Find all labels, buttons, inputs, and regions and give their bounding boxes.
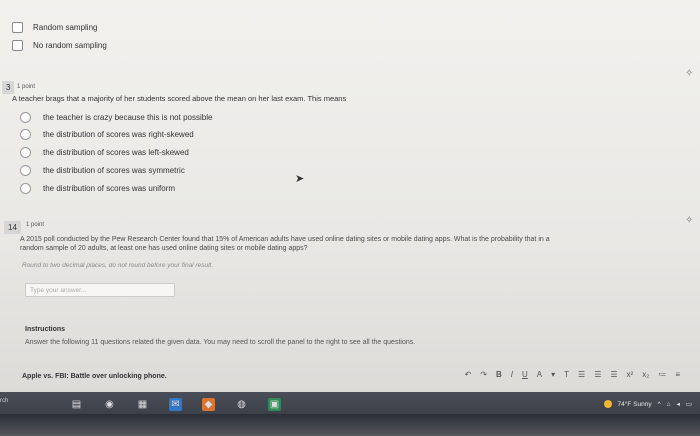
option-label: the distribution of scores was right-ske…: [43, 130, 194, 139]
radio-button[interactable]: [20, 147, 31, 158]
instructions-text: Answer the following 11 questions relate…: [25, 339, 416, 346]
italic-button[interactable]: I: [511, 370, 513, 379]
question-points: 1 point: [17, 84, 36, 90]
answer-input[interactable]: [25, 283, 175, 297]
option-random-sampling[interactable]: Random sampling: [12, 22, 97, 33]
align-center-icon[interactable]: ☰: [594, 370, 601, 379]
radio-button[interactable]: [20, 112, 31, 123]
mail-icon[interactable]: ✉: [169, 398, 182, 411]
file-explorer-icon[interactable]: ▤: [70, 398, 83, 411]
option-label: the distribution of scores was uniform: [43, 184, 176, 193]
option-no-random-sampling[interactable]: No random sampling: [12, 40, 107, 51]
spreadsheet-icon[interactable]: ▣: [268, 398, 281, 411]
option-label: the teacher is crazy because this is not…: [43, 113, 213, 122]
underline-button[interactable]: U: [522, 370, 528, 379]
radio-option-4[interactable]: the distribution of scores was symmetric: [20, 165, 185, 176]
mouse-cursor-icon: ➤: [295, 173, 305, 185]
option-label: the distribution of scores was left-skew…: [43, 148, 189, 157]
weather-text[interactable]: 74°F Sunny: [618, 401, 652, 408]
question-text-line: random sample of 20 adults, at least one…: [20, 245, 308, 252]
font-color-button[interactable]: A: [537, 370, 542, 379]
chrome-icon[interactable]: ◍: [235, 398, 248, 411]
quiz-page: Random sampling No random sampling 3 1 p…: [0, 0, 700, 392]
question-number: 3: [2, 81, 15, 94]
bulleted-list-icon[interactable]: ≡: [675, 370, 680, 379]
editor-toolbar: ↶ ↷ B I U A ▾ T ☰ ☰ ☰ x² x₂ ≔ ≡: [465, 370, 680, 379]
notification-icon[interactable]: ▭: [686, 400, 692, 408]
document-title: Apple vs. FBI: Battle over unlocking pho…: [22, 373, 167, 380]
checkbox[interactable]: [12, 22, 23, 33]
option-label: No random sampling: [33, 41, 107, 50]
radio-button[interactable]: [20, 165, 31, 176]
question-hint: Round to two decimal places, do not roun…: [22, 262, 214, 269]
subscript-icon[interactable]: x₂: [642, 370, 649, 379]
radio-option-5[interactable]: the distribution of scores was uniform: [20, 183, 175, 194]
radio-option-3[interactable]: the distribution of scores was left-skew…: [20, 147, 189, 158]
radio-option-1[interactable]: the teacher is crazy because this is not…: [20, 112, 212, 123]
clear-format-button[interactable]: T: [564, 370, 569, 379]
option-label: Random sampling: [33, 23, 98, 32]
radio-button[interactable]: [20, 129, 31, 140]
screen-bezel: [0, 414, 700, 436]
question-text-line: A 2015 poll conducted by the Pew Researc…: [20, 236, 550, 243]
option-label: the distribution of scores was symmetric: [43, 166, 185, 175]
question-text: A teacher brags that a majority of her s…: [12, 94, 347, 103]
office-icon[interactable]: ◆: [202, 398, 215, 411]
weather-icon: [603, 400, 612, 408]
radio-button[interactable]: [20, 183, 31, 194]
pin-icon[interactable]: ✧: [685, 68, 693, 79]
question-number: 14: [4, 221, 21, 234]
volume-icon[interactable]: ◂: [677, 400, 680, 408]
align-right-icon[interactable]: ☰: [610, 370, 617, 379]
checkbox[interactable]: [12, 40, 23, 51]
taskbar-search[interactable]: rch: [0, 398, 8, 404]
align-left-icon[interactable]: ☰: [578, 370, 585, 379]
pin-icon[interactable]: ✧: [685, 215, 693, 226]
bold-button[interactable]: B: [496, 370, 502, 379]
question-text: A 2015 poll conducted by the Pew Researc…: [20, 235, 680, 253]
radio-option-2[interactable]: the distribution of scores was right-ske…: [20, 129, 194, 140]
system-tray: 74°F Sunny ^ ⌂ ◂ ▭: [603, 400, 692, 408]
question-points: 1 point: [26, 222, 45, 228]
superscript-icon[interactable]: x²: [627, 370, 634, 379]
chevron-up-icon[interactable]: ^: [658, 401, 661, 408]
highlight-icon[interactable]: ▾: [551, 370, 555, 379]
network-icon[interactable]: ⌂: [667, 401, 671, 408]
redo-icon[interactable]: ↷: [480, 370, 487, 379]
undo-icon[interactable]: ↶: [465, 370, 472, 379]
taskbar-icons: ▤ ◉ ▦ ✉ ◆ ◍ ▣: [70, 398, 281, 411]
edge-icon[interactable]: ◉: [103, 398, 116, 411]
store-icon[interactable]: ▦: [136, 398, 149, 411]
numbered-list-icon[interactable]: ≔: [658, 370, 666, 379]
instructions-title: Instructions: [25, 326, 66, 333]
